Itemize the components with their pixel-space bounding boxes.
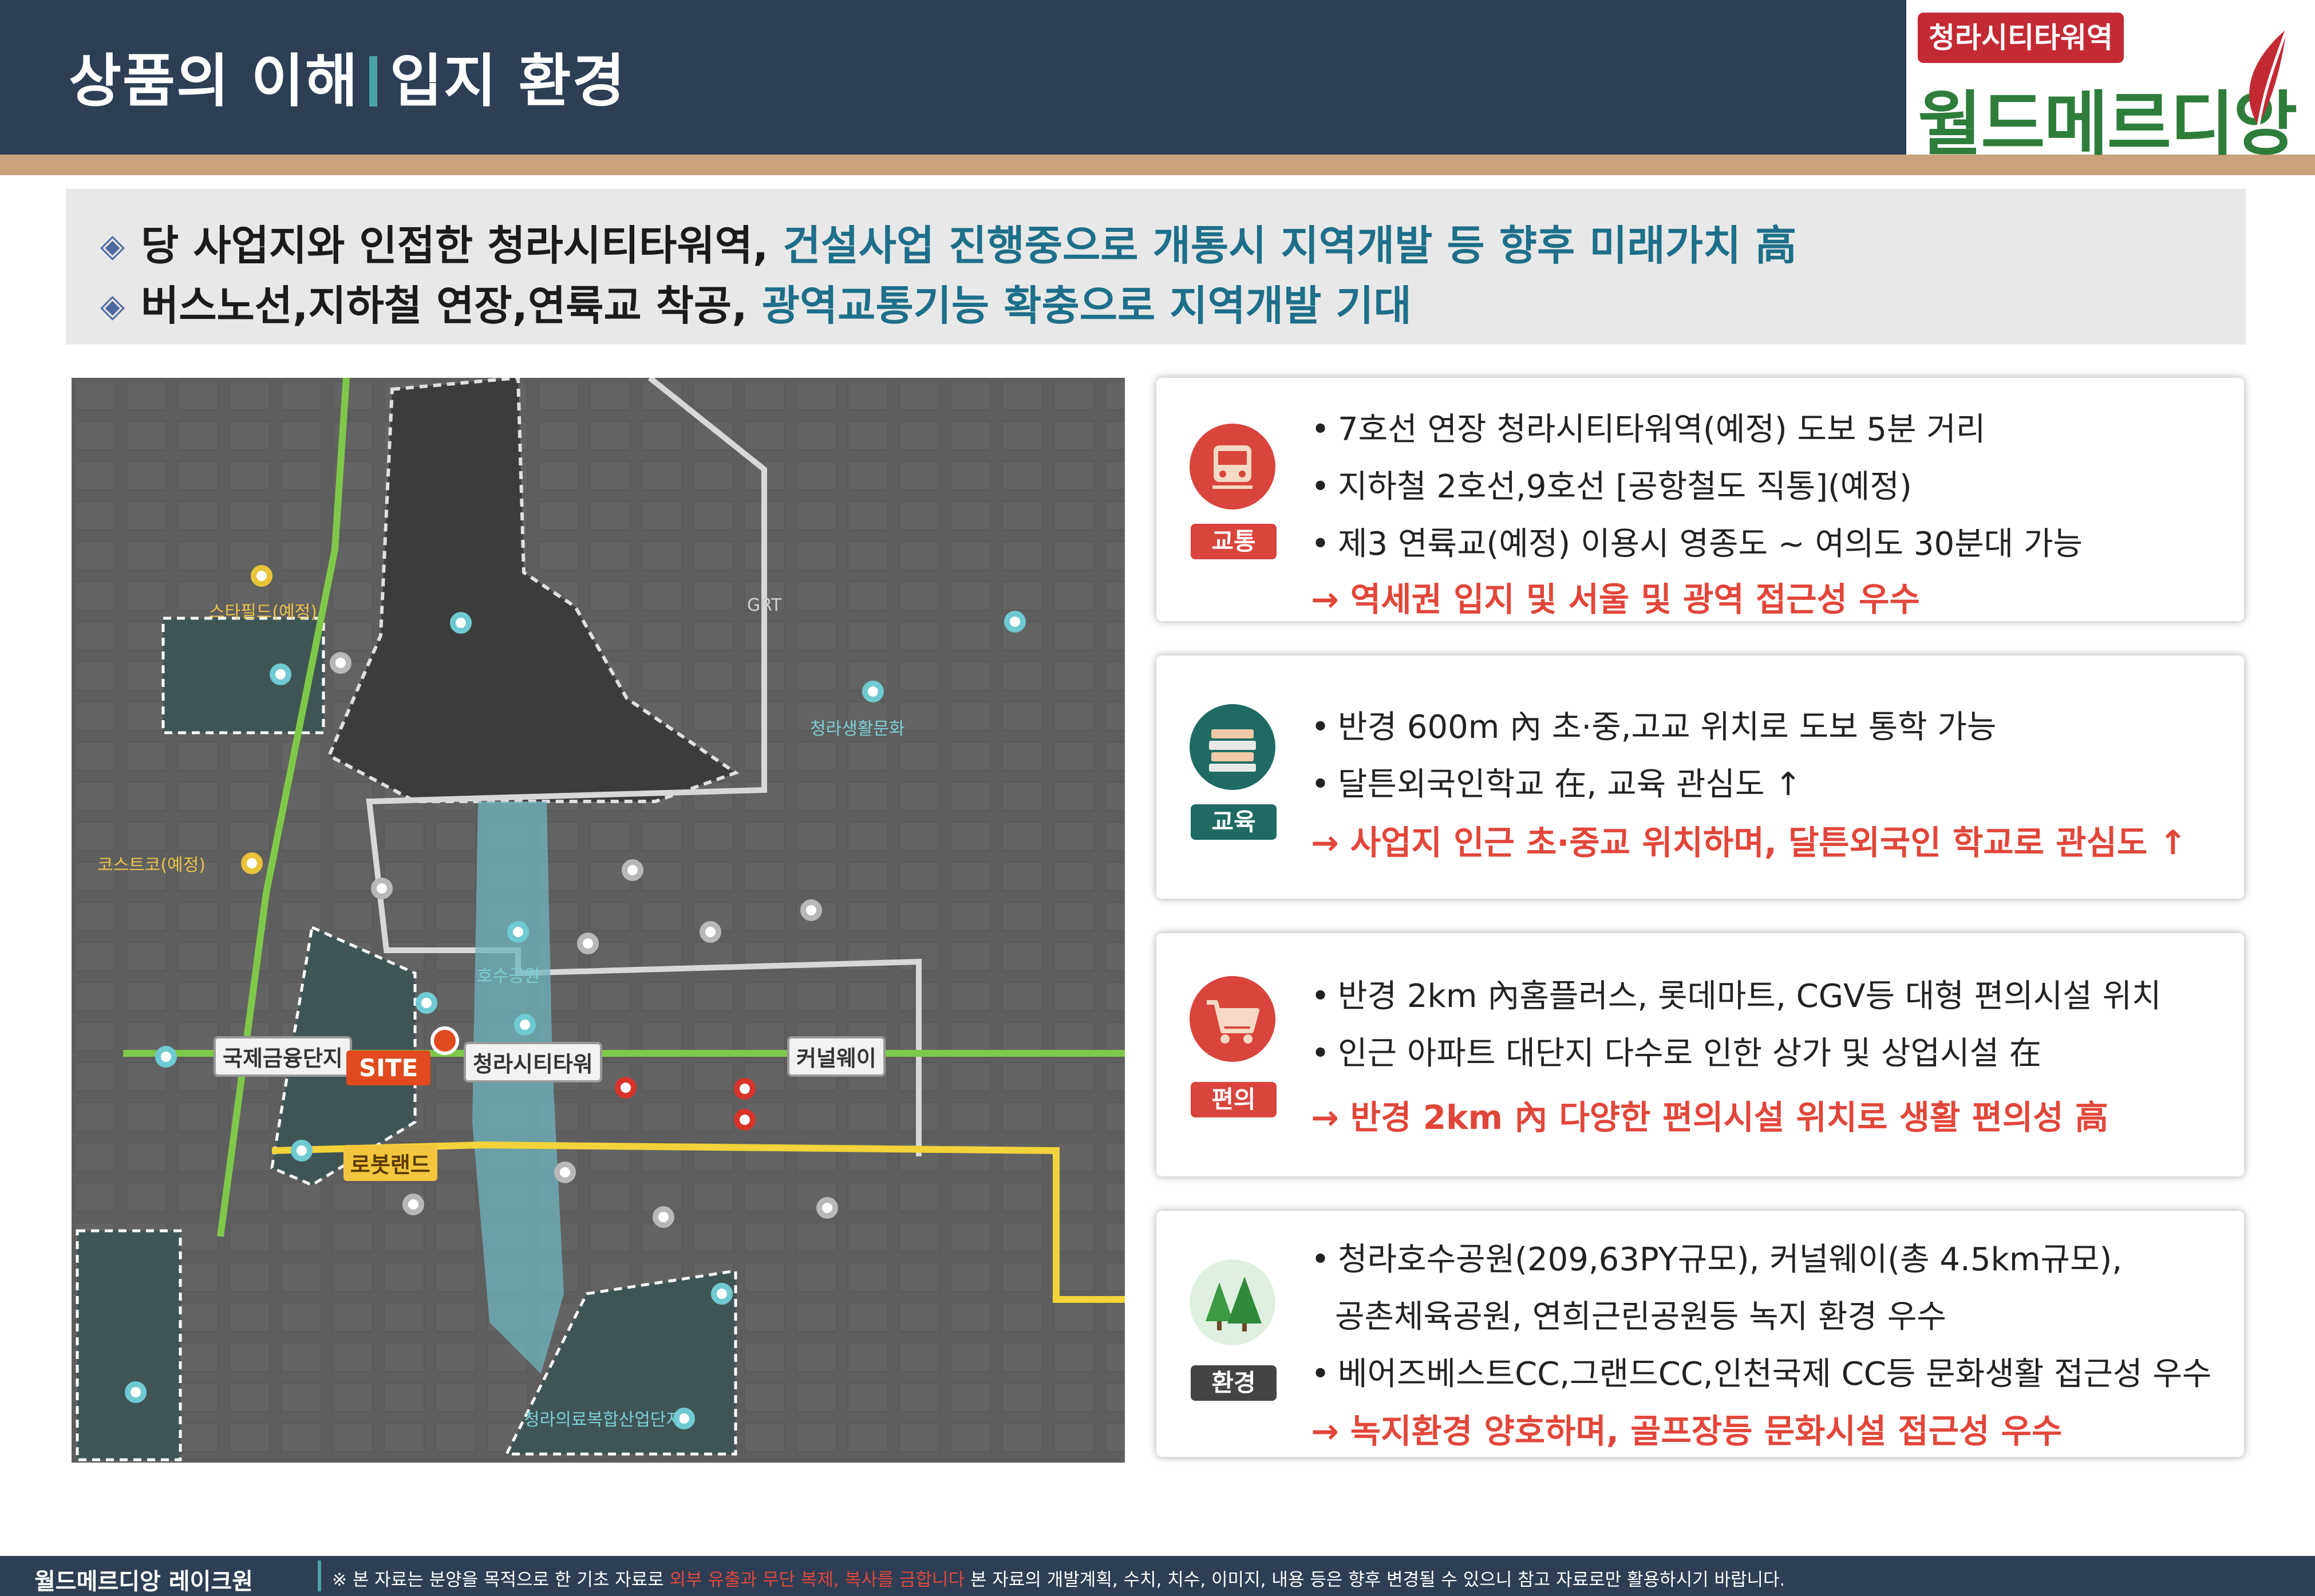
footer-bar: 월드메르디앙 레이크원 ※ 본 자료는 분양을 목적으로 한 기초 자료로 외부… (0, 1556, 2315, 1596)
summary-line-1-highlight: 건설사업 진행중으로 개통시 지역개발 등 향후 미래가치 高 (783, 222, 1797, 270)
map-marker (125, 1381, 147, 1403)
map-marker (155, 1046, 177, 1068)
map-marker (291, 1140, 313, 1162)
header-bar: 상품의 이해 입지 환경 (0, 0, 1906, 155)
card-result: → 사업지 인근 초·중교 위치하며, 달튼외국인 학교로 관심도 ↑ (1311, 823, 2187, 862)
map-marker (577, 933, 599, 954)
map-marker (800, 899, 822, 921)
map-marker (816, 1197, 838, 1219)
map-label-costco: 코스트코(예정) (97, 855, 206, 875)
diamond-bullet-icon: ◈ (100, 287, 125, 325)
card-line: • 지하철 2호선,9호선 [공항철도 직통](예정) (1311, 468, 1912, 505)
map-marker (862, 681, 884, 702)
books-icon (1190, 704, 1275, 790)
card-line: 공촌체육공원, 연희근린공원등 녹지 환경 우수 (1335, 1298, 1946, 1336)
map-marker (416, 992, 437, 1014)
category-badge-environment: 환경 (1191, 1365, 1277, 1401)
brand-logo: 청라시티타워역 월드메르디앙 (1906, 0, 2315, 165)
map-marker (402, 1194, 424, 1215)
map-marker (507, 921, 529, 943)
card-result: → 반경 2km 內 다양한 편의시설 위치로 생활 편의성 高 (1311, 1098, 2108, 1137)
site-pin-icon (430, 1026, 459, 1055)
map-label-culture: 청라생활문화 (810, 719, 905, 739)
leaf-icon (2249, 28, 2289, 127)
map-marker (711, 1283, 733, 1305)
card-line: • 7호선 연장 청라시티타워역(예정) 도보 5분 거리 (1311, 411, 1986, 448)
summary-line-2-highlight: 광역교통기능 확충으로 지역개발 기대 (761, 282, 1412, 330)
map-label-canal: 커널웨이 (787, 1036, 886, 1077)
info-card-education: 교육 • 반경 600m 內 초·중,고교 위치로 도보 통학 가능 • 달튼외국인… (1156, 655, 2244, 899)
map-label-starfield: 스타필드(예정) (209, 602, 318, 622)
page-title-part2: 입지 환경 (389, 48, 626, 114)
category-badge-transport: 교통 (1191, 524, 1277, 559)
footer-warning: 외부 유출과 무단 복제, 복사를 금합니다 (669, 1570, 965, 1590)
map-marker (251, 565, 272, 587)
title-separator (369, 56, 377, 106)
card-line: • 반경 600m 內 초·중,고교 위치로 도보 통학 가능 (1311, 709, 1997, 746)
map-marker (554, 1162, 576, 1183)
map-label-finance: 국제금융단지 (214, 1036, 352, 1077)
card-line: • 베어즈베스트CC,그랜드CC,인천국제 CC등 문화생활 접근성 우수 (1311, 1356, 2212, 1393)
summary-box: ◈ 당 사업지와 인접한 청라시티타워역, 건설사업 진행중으로 개통시 지역개발… (66, 189, 2246, 345)
map-marker (371, 878, 393, 899)
west-zone (76, 1229, 182, 1461)
trees-icon (1190, 1259, 1275, 1345)
map-graphic (72, 378, 1125, 1463)
summary-line-2-plain: 버스노선,지하철 연장,연륙교 착공, (141, 282, 748, 330)
page-title: 상품의 이해 입지 환경 (69, 34, 626, 117)
info-card-convenience: 편의 • 반경 2km 內홈플러스, 롯데마트, CGV등 대형 편의시설 위치 … (1156, 933, 2244, 1176)
info-card-environment: 환경 • 청라호수공원(209,63PY규모), 커널웨이(총 4.5km규모),… (1156, 1211, 2244, 1457)
footer-divider (318, 1561, 321, 1591)
card-line: • 반경 2km 內홈플러스, 롯데마트, CGV등 대형 편의시설 위치 (1311, 978, 2162, 1015)
map-label-robot: 로봇랜드 (343, 1145, 437, 1181)
map-label-site: SITE (346, 1050, 431, 1085)
map-marker (241, 852, 263, 874)
card-line: • 인근 아파트 대단지 다수로 인한 상가 및 상업시설 在 (1311, 1035, 2041, 1072)
info-card-transport: 교통 • 7호선 연장 청라시티타워역(예정) 도보 5분 거리 • 지하철 2호선… (1156, 378, 2244, 621)
footer-project-name: 월드메르디앙 레이크원 (34, 1569, 253, 1595)
logo-station-badge: 청라시티타워역 (1918, 13, 2124, 63)
card-line: • 달튼외국인학교 在, 교육 관심도 ↑ (1311, 766, 1802, 803)
card-line: • 제3 연륙교(예정) 이용시 영종도 ~ 여의도 30분대 가능 (1311, 526, 2083, 563)
map-marker (330, 652, 351, 674)
train-icon (1190, 424, 1275, 509)
map-marker (1004, 611, 1026, 633)
map-marker (653, 1206, 674, 1228)
map-marker (450, 612, 472, 634)
summary-line-1-plain: 당 사업지와 인접한 청라시티타워역, (141, 222, 769, 270)
map-marker (734, 1078, 756, 1100)
footer-disclaimer: ※ 본 자료는 분양을 목적으로 한 기초 자료로 외부 유출과 무단 복제, … (332, 1570, 1785, 1590)
map-marker (734, 1109, 756, 1131)
category-badge-convenience: 편의 (1191, 1082, 1277, 1117)
summary-line-2: ◈ 버스노선,지하철 연장,연륙교 착공, 광역교통기능 확충으로 지역개발 기대 (100, 272, 1412, 332)
map-label-grt: GRT (747, 595, 782, 615)
card-line: • 청라호수공원(209,63PY규모), 커널웨이(총 4.5km규모), (1311, 1241, 2123, 1278)
diamond-bullet-icon: ◈ (100, 227, 125, 264)
page-title-part1: 상품의 이해 (69, 48, 359, 114)
location-map: 국제금융단지 SITE 청라시티타워 커널웨이 로봇랜드 스타필드(예정) 코스… (72, 378, 1125, 1463)
map-marker (270, 663, 291, 685)
map-marker (615, 1077, 637, 1099)
summary-line-1: ◈ 당 사업지와 인접한 청라시티타워역, 건설사업 진행중으로 개통시 지역개발… (100, 212, 1796, 272)
map-label-station: 청라시티타워 (464, 1042, 602, 1083)
card-result: → 녹지환경 양호하며, 골프장등 문화시설 접근성 우수 (1311, 1412, 2063, 1451)
category-badge-education: 교육 (1191, 804, 1277, 840)
map-marker (700, 921, 721, 943)
map-label-lake: 호수공원 (477, 966, 540, 986)
map-label-industrial: 청라의료복합산업단지 (524, 1410, 682, 1430)
shopping-cart-icon (1190, 976, 1275, 1062)
map-marker (514, 1014, 536, 1036)
card-result: → 역세권 입지 및 서울 및 광역 접근성 우수 (1311, 580, 1920, 619)
map-marker (622, 859, 643, 881)
